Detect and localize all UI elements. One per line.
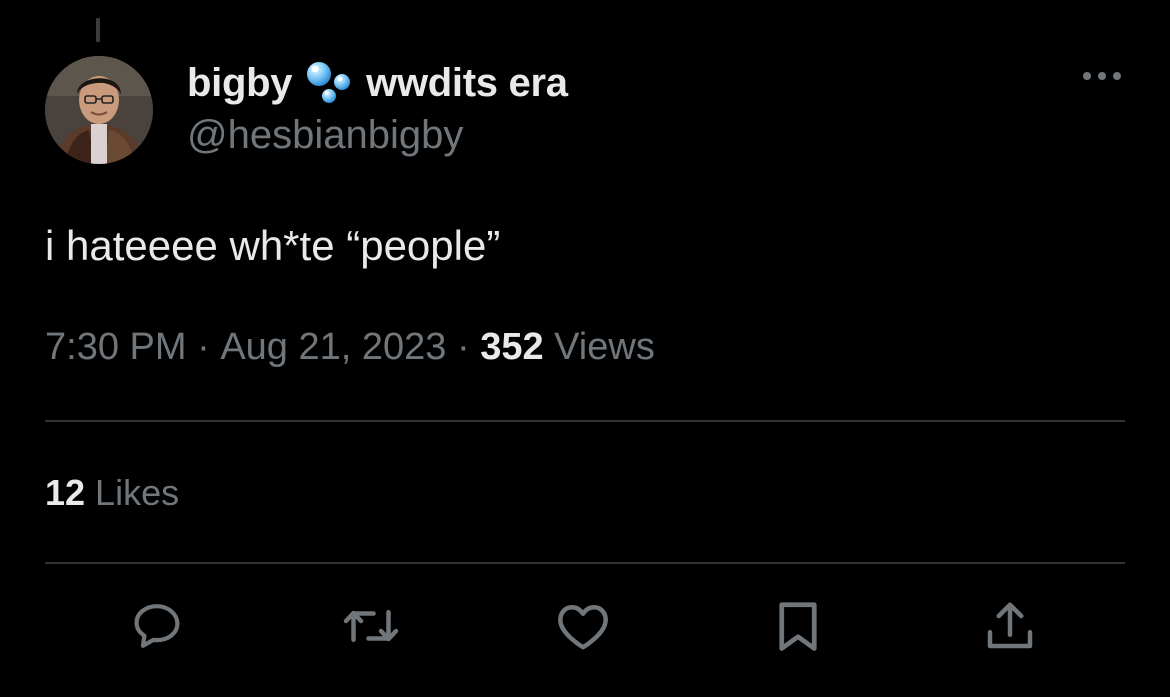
likes-stat[interactable]: 12 Likes [45, 472, 179, 514]
share-button[interactable] [980, 596, 1040, 656]
avatar[interactable] [45, 56, 153, 164]
bookmark-icon [779, 602, 817, 651]
views-label: Views [543, 326, 655, 368]
action-bar [0, 596, 1170, 658]
display-name[interactable]: bigby [187, 61, 292, 106]
tweet-meta: 7:30 PM · Aug 21, 2023 · 352 Views [45, 326, 655, 369]
likes-count: 12 [45, 472, 86, 513]
tweet-time[interactable]: 7:30 PM [45, 326, 187, 369]
meta-separator: · [186, 326, 221, 368]
reply-icon [134, 604, 180, 648]
more-dots-icon [1113, 72, 1121, 80]
bubbles-emoji-icon [304, 60, 356, 106]
likes-label: Likes [85, 472, 180, 513]
avatar-image [45, 56, 153, 164]
tweet-date[interactable]: Aug 21, 2023 [220, 326, 446, 369]
retweet-icon [343, 610, 399, 642]
more-dots-icon [1083, 72, 1091, 80]
views-count: 352 [480, 326, 544, 368]
divider [45, 420, 1125, 422]
divider [45, 562, 1125, 564]
bookmark-button[interactable] [768, 596, 828, 656]
author-name-row[interactable]: bigby wwdits era [187, 60, 568, 106]
like-button[interactable] [553, 596, 613, 656]
tweet-text: i hateeee wh*te “people” [45, 222, 501, 269]
more-dots-icon [1098, 72, 1106, 80]
reply-button[interactable] [127, 596, 187, 656]
display-name-suffix[interactable]: wwdits era [366, 61, 568, 106]
share-icon [987, 602, 1033, 649]
user-handle[interactable]: @hesbianbigby [187, 113, 463, 158]
meta-separator: · [446, 326, 481, 368]
thread-connector-line [96, 18, 100, 42]
more-options-button[interactable] [1079, 68, 1125, 84]
retweet-button[interactable] [341, 596, 401, 656]
heart-icon [558, 605, 608, 650]
